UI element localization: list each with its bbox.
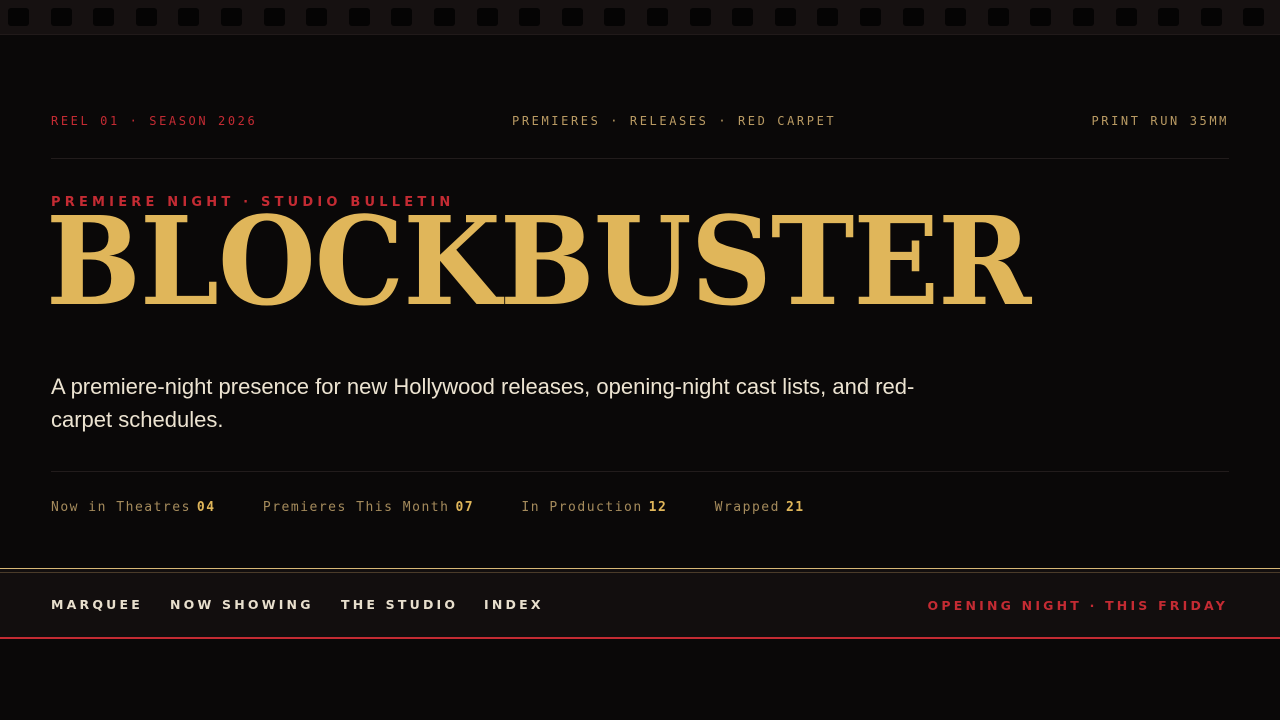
nav-item-marquee[interactable]: MARQUEE [51,597,143,612]
sprocket-hole [1158,8,1180,26]
stat-premieres-this-month: Premieres This Month 07 [263,500,474,515]
sprocket-hole [817,8,839,26]
sprocket-hole [1030,8,1052,26]
sprocket-hole [348,8,370,26]
print-run-label: PRINT RUN 35MM [1091,114,1229,128]
nav-item-the-studio[interactable]: THE STUDIO [341,597,458,612]
reel-season-label: REEL 01 · SEASON 2026 [51,114,258,128]
sprocket-hole [1200,8,1222,26]
sprocket-hole [1115,8,1137,26]
stat-value: 07 [455,500,475,515]
stat-value: 04 [196,500,216,515]
sprocket-hole [774,8,796,26]
sprocket-hole [945,8,967,26]
nav-item-now-showing[interactable]: NOW SHOWING [170,597,314,612]
stat-value: 21 [785,500,805,515]
sprocket-hole [519,8,541,26]
nav-inner-rule [0,572,1280,573]
hero-title: BLOCKBUSTER [46,189,1031,333]
sprocket-hole [902,8,924,26]
section-list: PREMIERES · RELEASES · RED CARPET [512,114,837,128]
stat-value: 12 [648,500,668,515]
sprocket-hole [178,8,200,26]
divider-top [51,158,1229,159]
sprocket-hole [93,8,115,26]
sprocket-hole [306,8,328,26]
stat-label: Wrapped [714,500,780,515]
stat-label: Premieres This Month [262,500,450,515]
stats-row: Now in Theatres 04 Premieres This Month 07… [51,500,843,518]
stat-now-in-theatres: Now in Theatres 04 [51,500,216,515]
nav-item-index[interactable]: INDEX [484,597,544,612]
sprocket-hole [50,8,72,26]
sprocket-hole [476,8,498,26]
hero-tagline: A premiere-night presence for new Hollyw… [51,374,915,432]
sprocket-hole [263,8,285,26]
sprocket-hole [1243,8,1265,26]
sprocket-hole [732,8,754,26]
sprocket-hole [561,8,583,26]
film-strip [0,0,1280,35]
sprocket-hole [434,8,455,26]
stat-label: Now in Theatres [51,500,191,515]
stat-wrapped: Wrapped 21 [715,500,805,515]
sprocket-hole [1073,8,1094,26]
main-nav: MARQUEE NOW SHOWING THE STUDIO INDEX OPE… [0,568,1280,639]
sprocket-hole [647,8,668,26]
divider-stats [51,471,1229,472]
sprocket-hole [604,8,626,26]
sprocket-hole [860,8,881,26]
sprocket-hole [221,8,242,26]
sprocket-hole [391,8,413,26]
top-bar: REEL 01 · SEASON 2026 PREMIERES · RELEAS… [51,114,1229,130]
sprocket-hole [8,8,29,26]
stat-label: In Production [521,500,643,515]
sprocket-hole [987,8,1009,26]
stat-in-production: In Production 12 [521,500,667,515]
sprocket-hole [135,8,157,26]
opening-night-cta[interactable]: OPENING NIGHT · THIS FRIDAY [928,598,1228,613]
sprocket-hole [689,8,711,26]
